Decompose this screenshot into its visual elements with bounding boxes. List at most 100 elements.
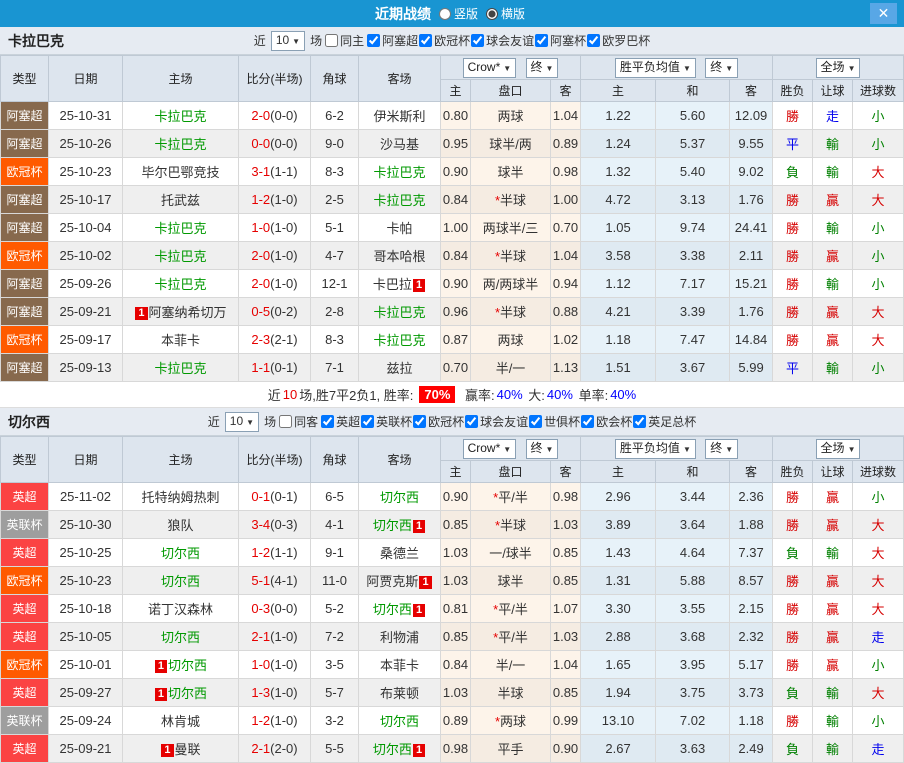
col-type: 类型 xyxy=(1,437,49,483)
goals-result: 大 xyxy=(853,511,904,539)
league-checkboxes: 英超英联杯欧冠杯球会友谊世俱杯欧会杯英足总杯 xyxy=(320,413,696,431)
avg-draw-odds: 4.64 xyxy=(656,539,730,567)
league-checkbox-input[interactable] xyxy=(419,34,432,47)
match-date: 25-10-23 xyxy=(49,567,123,595)
handicap-result: 贏 xyxy=(813,651,853,679)
bookmaker-select[interactable]: Crow*▼ xyxy=(463,439,517,459)
same-venue-checkbox[interactable]: 同主 xyxy=(324,32,364,49)
winloss-result: 勝 xyxy=(773,270,813,298)
league-checkbox-input[interactable] xyxy=(529,415,542,428)
crow-home-odds: 0.70 xyxy=(441,354,471,382)
score: 2-0(1-0) xyxy=(239,270,311,298)
avg-home-odds: 3.58 xyxy=(581,242,656,270)
handicap-line: 球半 xyxy=(471,158,551,186)
league-checkbox[interactable]: 英足总杯 xyxy=(632,413,696,430)
league-checkbox[interactable]: 欧会杯 xyxy=(580,413,632,430)
final-odds-select-1[interactable]: 终▼ xyxy=(526,58,559,78)
league-checkbox-input[interactable] xyxy=(535,34,548,47)
home-team: 1阿塞纳希切万 xyxy=(123,298,239,326)
col-avg-away: 客 xyxy=(730,80,773,102)
full-match-select[interactable]: 全场▼ xyxy=(816,58,861,78)
score: 1-0(1-0) xyxy=(239,651,311,679)
col-crow-home: 主 xyxy=(441,80,471,102)
radio-horizontal-label: 横版 xyxy=(501,5,525,22)
avg-odds-select[interactable]: 胜平负均值▼ xyxy=(615,439,696,459)
crow-home-odds: 0.87 xyxy=(441,326,471,354)
league-checkbox[interactable]: 阿塞超 xyxy=(366,32,418,49)
league-checkbox-input[interactable] xyxy=(471,34,484,47)
league-checkbox[interactable]: 阿塞杯 xyxy=(534,32,586,49)
winloss-result: 負 xyxy=(773,158,813,186)
match-date: 25-10-23 xyxy=(49,158,123,186)
col-avg-home: 主 xyxy=(581,80,656,102)
goals-result: 小 xyxy=(853,270,904,298)
corner-score: 11-0 xyxy=(311,567,359,595)
league-type: 阿塞超 xyxy=(1,102,49,130)
table-row: 阿塞超25-10-17托武兹1-2(1-0)2-5卡拉巴克0.84*半球1.00… xyxy=(1,186,904,214)
avg-home-odds: 1.22 xyxy=(581,102,656,130)
crow-away-odds: 0.85 xyxy=(551,679,581,707)
league-checkbox[interactable]: 世俱杯 xyxy=(528,413,580,430)
avg-away-odds: 1.76 xyxy=(730,186,773,214)
corner-score: 12-1 xyxy=(311,270,359,298)
radio-vertical-input[interactable] xyxy=(439,8,451,20)
handicap-result: 輸 xyxy=(813,735,853,763)
handicap-result: 贏 xyxy=(813,567,853,595)
handicap-line: 半球 xyxy=(471,679,551,707)
handicap-result: 輸 xyxy=(813,214,853,242)
home-team: 切尔西 xyxy=(123,567,239,595)
radio-horizontal-input[interactable] xyxy=(486,8,498,20)
avg-odds-select[interactable]: 胜平负均值▼ xyxy=(615,58,696,78)
winloss-result: 勝 xyxy=(773,214,813,242)
league-checkbox-input[interactable] xyxy=(321,415,334,428)
final-odds-select-2[interactable]: 终▼ xyxy=(705,58,738,78)
away-team: 兹拉 xyxy=(359,354,441,382)
full-match-select[interactable]: 全场▼ xyxy=(816,439,861,459)
goals-result: 小 xyxy=(853,707,904,735)
team-name: 卡拉巴克 xyxy=(8,31,64,51)
league-checkbox-input[interactable] xyxy=(633,415,646,428)
league-checkbox[interactable]: 球会友谊 xyxy=(464,413,528,430)
avg-home-odds: 13.10 xyxy=(581,707,656,735)
league-checkbox-input[interactable] xyxy=(581,415,594,428)
league-checkbox[interactable]: 欧冠杯 xyxy=(412,413,464,430)
score: 3-1(1-1) xyxy=(239,158,311,186)
crow-home-odds: 0.85 xyxy=(441,623,471,651)
league-checkbox-input[interactable] xyxy=(587,34,600,47)
table-row: 欧冠杯25-10-23切尔西5-1(4-1)11-0阿贾克斯11.03球半0.8… xyxy=(1,567,904,595)
match-date: 25-09-21 xyxy=(49,298,123,326)
league-checkbox[interactable]: 英超 xyxy=(320,413,360,430)
away-team: 卡巴拉1 xyxy=(359,270,441,298)
crow-away-odds: 1.13 xyxy=(551,354,581,382)
match-count-select[interactable]: 10▼ xyxy=(225,412,259,432)
league-checkbox-input[interactable] xyxy=(465,415,478,428)
crow-away-odds: 0.99 xyxy=(551,707,581,735)
league-checkbox-input[interactable] xyxy=(361,415,374,428)
league-checkbox[interactable]: 欧冠杯 xyxy=(418,32,470,49)
league-checkbox[interactable]: 欧罗巴杯 xyxy=(586,32,650,49)
radio-vertical[interactable]: 竖版 xyxy=(439,5,478,22)
same-venue-input[interactable] xyxy=(279,415,292,428)
avg-home-odds: 1.51 xyxy=(581,354,656,382)
score: 3-4(0-3) xyxy=(239,511,311,539)
league-checkbox[interactable]: 英联杯 xyxy=(360,413,412,430)
away-team: 卡拉巴克 xyxy=(359,186,441,214)
radio-horizontal[interactable]: 横版 xyxy=(486,5,525,22)
same-venue-input[interactable] xyxy=(325,34,338,47)
league-checkbox-input[interactable] xyxy=(367,34,380,47)
league-type: 英联杯 xyxy=(1,707,49,735)
score: 2-1(2-0) xyxy=(239,735,311,763)
bookmaker-select[interactable]: Crow*▼ xyxy=(463,58,517,78)
handicap-result: 輸 xyxy=(813,130,853,158)
score: 2-1(1-0) xyxy=(239,623,311,651)
table-row: 英超25-09-211曼联2-1(2-0)5-5切尔西10.98平手0.902.… xyxy=(1,735,904,763)
match-count-select[interactable]: 10▼ xyxy=(271,31,305,51)
league-checkbox-input[interactable] xyxy=(413,415,426,428)
close-icon[interactable]: ✕ xyxy=(870,3,897,24)
league-checkbox[interactable]: 球会友谊 xyxy=(470,32,534,49)
corner-score: 2-5 xyxy=(311,186,359,214)
final-odds-select-1[interactable]: 终▼ xyxy=(526,439,559,459)
same-venue-checkbox[interactable]: 同客 xyxy=(278,413,318,430)
red-card-badge: 1 xyxy=(135,307,147,320)
final-odds-select-2[interactable]: 终▼ xyxy=(705,439,738,459)
